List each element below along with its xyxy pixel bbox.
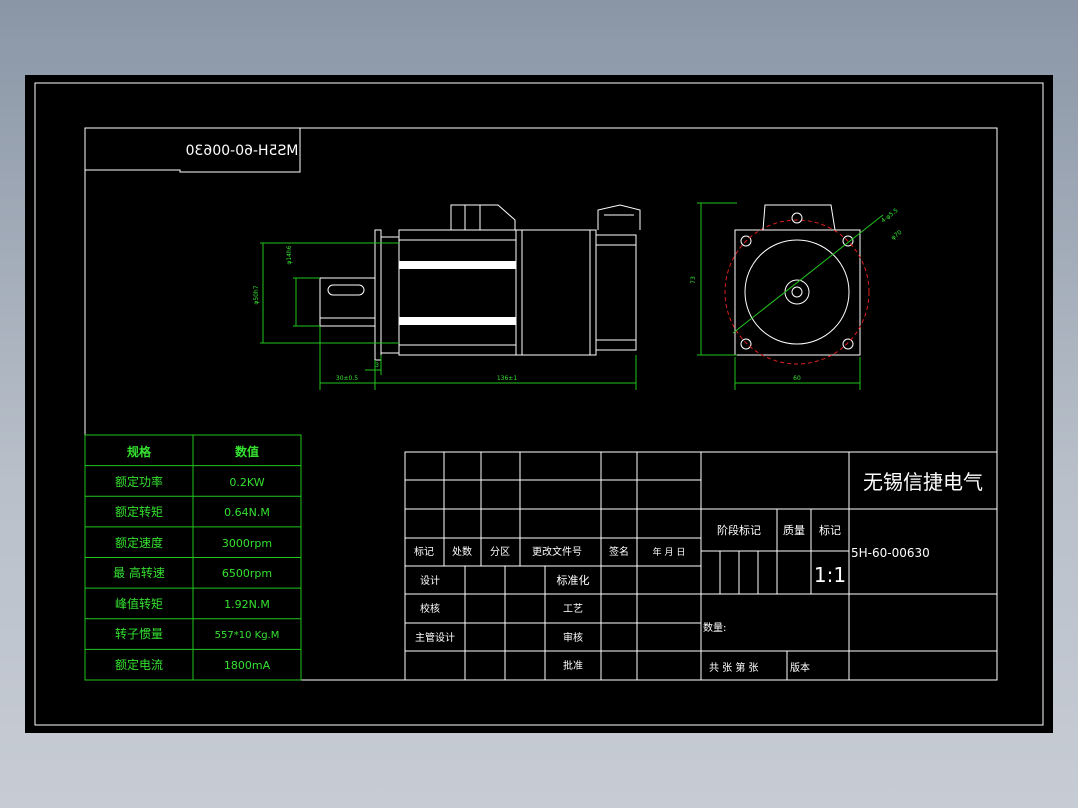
- tb-header-0: 标记: [414, 546, 434, 558]
- spec-header-value: 数值: [235, 444, 259, 459]
- tb-scale: 1:1: [814, 563, 846, 587]
- front-connector: [762, 204, 836, 231]
- spec-name-0: 额定功率: [115, 474, 163, 489]
- tb-version: 版本: [790, 661, 810, 674]
- tb-sheet: 共 张 第 张: [709, 661, 759, 674]
- motor-side-view: φ50h7 φ14h6 30±0.5 136±1 3: [253, 204, 641, 390]
- tb-header-5: 年 月 日: [653, 546, 686, 558]
- dim-shaft-length: 30±0.5: [336, 375, 358, 382]
- front-pilot-circle: [744, 239, 850, 345]
- front-flange: [734, 229, 861, 356]
- spec-name-3: 最 高转速: [113, 565, 165, 580]
- dim-shaft: φ14h6: [286, 245, 293, 264]
- spec-value-3: 6500rpm: [222, 567, 272, 580]
- spec-value-4: 1.92N.M: [224, 598, 270, 611]
- spec-name-6: 额定电流: [115, 657, 163, 672]
- drawing-svg: MS5H-60-00630 φ50h7 φ14h6 30±0.5 136±1 3…: [34, 82, 1044, 726]
- motor-front-view: 73 60 4-φ5.5 φ70: [690, 202, 904, 390]
- outer-frame: [34, 82, 1044, 726]
- tb-mass: 质量: [783, 524, 805, 537]
- tb-company: 无锡信捷电气: [863, 470, 983, 494]
- spec-name-5: 转子惯量: [115, 626, 163, 641]
- spec-name-2: 额定速度: [115, 535, 163, 550]
- bolt-circle: [724, 219, 870, 365]
- spec-value-2: 3000rpm: [222, 537, 272, 550]
- tb-header-4: 签名: [609, 545, 629, 558]
- dim-body-length: 136±1: [497, 375, 517, 382]
- dim-pcd: φ70: [890, 229, 904, 242]
- spec-value-6: 1800mA: [224, 659, 271, 672]
- tb-part-code: 5H-60-00630: [851, 546, 930, 560]
- tb-mark: 标记: [819, 523, 841, 537]
- tb-process: 工艺: [563, 603, 583, 615]
- motor-body: [398, 229, 517, 356]
- spec-value-0: 0.2KW: [229, 476, 264, 489]
- tb-header-2: 分区: [490, 546, 510, 558]
- motor-encoder: [515, 229, 597, 356]
- tb-approve: 批准: [563, 659, 583, 672]
- dim-width: 60: [793, 375, 801, 382]
- power-connector: [450, 204, 516, 230]
- inner-frame: [84, 127, 998, 681]
- tb-quantity: 数量:: [703, 621, 726, 634]
- spec-name-4: 峰值转矩: [115, 596, 163, 611]
- tb-header-3: 更改文件号: [532, 545, 582, 558]
- dim-hole: 4-φ5.5: [880, 207, 900, 225]
- title-block: 标记 处数 分区 更改文件号 签名 年 月 日 设计 校核 主管设计 标准化 工…: [404, 451, 998, 681]
- model-label: MS5H-60-00630: [186, 143, 299, 159]
- tb-lead-design: 主管设计: [415, 631, 455, 644]
- spec-table: 规格 数值 额定功率 0.2KW 额定转矩 0.64N.M 额定速度 3000r…: [84, 434, 302, 681]
- dim-flange-gap: 3: [375, 362, 379, 369]
- spec-name-1: 额定转矩: [115, 504, 163, 519]
- encoder-connector: [597, 204, 641, 230]
- tb-check: 校核: [420, 602, 440, 615]
- spec-value-5: 557*10 Kg.M: [215, 630, 280, 641]
- tb-header-1: 处数: [452, 545, 472, 558]
- cad-canvas: MS5H-60-00630 φ50h7 φ14h6 30±0.5 136±1 3…: [25, 75, 1053, 733]
- motor-flange: [374, 229, 382, 361]
- spec-value-1: 0.64N.M: [224, 506, 270, 519]
- tb-standard: 标准化: [557, 573, 590, 587]
- dim-height: 73: [690, 276, 697, 284]
- spec-header-name: 规格: [127, 444, 152, 459]
- tb-review: 审核: [563, 631, 583, 644]
- dim-pilot: φ50h7: [253, 285, 260, 304]
- tb-design: 设计: [420, 574, 440, 587]
- tb-phase: 阶段标记: [717, 523, 761, 537]
- shaft-keyway: [327, 284, 365, 296]
